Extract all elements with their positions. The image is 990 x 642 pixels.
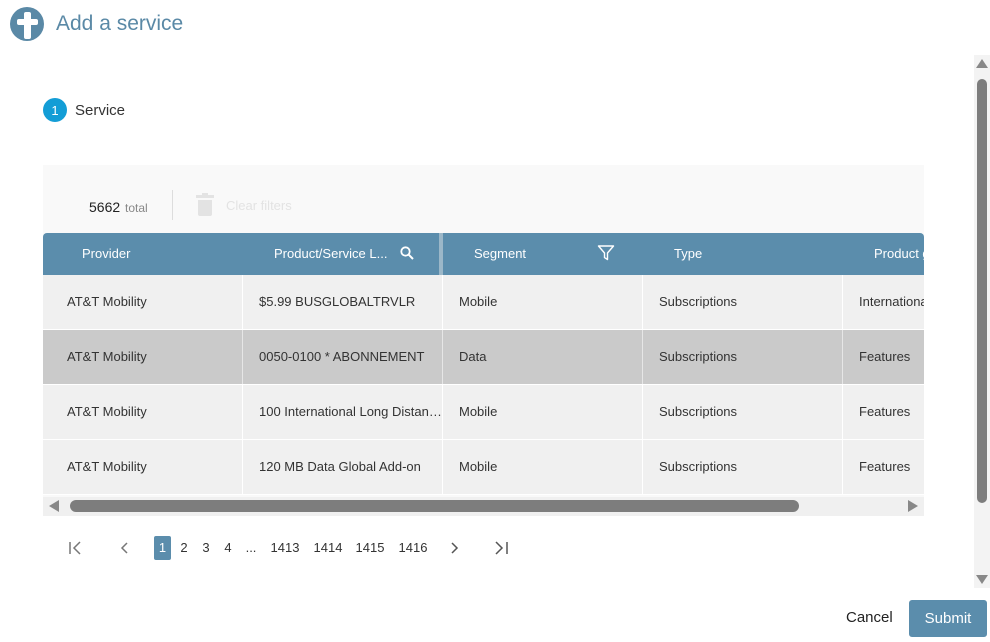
page-button-1414[interactable]: 1414 bbox=[312, 535, 344, 561]
page-button-1416[interactable]: 1416 bbox=[397, 535, 429, 561]
filter-icon[interactable] bbox=[597, 244, 615, 262]
scroll-left-arrow-icon[interactable] bbox=[49, 500, 59, 512]
cell-segment: Mobile bbox=[442, 440, 642, 494]
cell-product-service: $5.99 BUSGLOBALTRVLR bbox=[242, 275, 442, 329]
clear-filters-button[interactable]: Clear filters bbox=[226, 198, 292, 213]
toolbar-divider bbox=[172, 190, 173, 220]
step-number-badge: 1 bbox=[43, 98, 67, 122]
page-button-1413[interactable]: 1413 bbox=[269, 535, 301, 561]
cell-provider: AT&T Mobility bbox=[67, 349, 147, 364]
grid-toolbar: 5662 total Clear filters bbox=[43, 165, 924, 233]
last-page-icon[interactable] bbox=[492, 535, 512, 561]
column-resize-handle[interactable] bbox=[439, 233, 443, 275]
page-button-4[interactable]: 4 bbox=[222, 535, 234, 561]
total-count: 5662 bbox=[89, 199, 121, 215]
vertical-scrollbar[interactable] bbox=[974, 55, 990, 588]
scroll-right-arrow-icon[interactable] bbox=[908, 500, 918, 512]
table-header: Provider Product/Service L... Segment Ty… bbox=[43, 233, 924, 275]
column-header-type[interactable]: Type bbox=[674, 233, 702, 275]
scrollbar-thumb[interactable] bbox=[977, 79, 987, 503]
search-icon[interactable] bbox=[400, 246, 414, 260]
cell-segment: Data bbox=[442, 330, 642, 384]
scroll-up-arrow-icon[interactable] bbox=[976, 59, 988, 68]
column-header-provider[interactable]: Provider bbox=[82, 233, 130, 275]
cell-product-group: Features bbox=[842, 385, 924, 439]
horizontal-scrollbar[interactable] bbox=[43, 497, 924, 516]
pagination: 1 2 3 4 ... 1413 1414 1415 1416 bbox=[60, 535, 530, 561]
cell-product-service: 0050-0100 * ABONNEMENT bbox=[242, 330, 442, 384]
dialog-title: Add a service bbox=[56, 12, 184, 35]
services-grid: 5662 total Clear filters Provider Produc… bbox=[43, 165, 924, 516]
column-header-product-service[interactable]: Product/Service L... bbox=[274, 233, 387, 275]
cell-type: Subscriptions bbox=[642, 275, 842, 329]
table-row[interactable]: AT&T Mobility 100 International Long Dis… bbox=[43, 385, 924, 440]
page-button-2[interactable]: 2 bbox=[178, 535, 190, 561]
cell-product-service: 100 International Long Distance bbox=[242, 385, 442, 439]
horizontal-scrollbar-thumb[interactable] bbox=[70, 500, 799, 512]
table-row[interactable]: AT&T Mobility $5.99 BUSGLOBALTRVLR Mobil… bbox=[43, 275, 924, 330]
cell-type: Subscriptions bbox=[642, 440, 842, 494]
column-header-segment[interactable]: Segment bbox=[474, 233, 526, 275]
cell-provider: AT&T Mobility bbox=[67, 294, 147, 309]
cell-type: Subscriptions bbox=[642, 385, 842, 439]
cell-product-group: Features bbox=[842, 330, 924, 384]
table-row[interactable]: AT&T Mobility 120 MB Data Global Add-on … bbox=[43, 440, 924, 495]
next-page-icon[interactable] bbox=[444, 535, 464, 561]
total-label: total bbox=[125, 201, 148, 215]
cell-segment: Mobile bbox=[442, 275, 642, 329]
submit-button[interactable]: Submit bbox=[909, 600, 987, 637]
page-button-1[interactable]: 1 bbox=[154, 536, 171, 560]
first-page-icon[interactable] bbox=[66, 535, 86, 561]
cell-product-group: Features bbox=[842, 440, 924, 494]
cell-provider: AT&T Mobility bbox=[67, 459, 147, 474]
step-label: Service bbox=[75, 101, 126, 119]
cell-provider: AT&T Mobility bbox=[67, 404, 147, 419]
cell-product-service: 120 MB Data Global Add-on bbox=[242, 440, 442, 494]
plus-circle-icon bbox=[10, 7, 44, 41]
previous-page-icon[interactable] bbox=[114, 535, 134, 561]
cancel-button[interactable]: Cancel bbox=[846, 605, 893, 631]
cell-segment: Mobile bbox=[442, 385, 642, 439]
cell-product-group: International bbox=[842, 275, 924, 329]
page-button-3[interactable]: 3 bbox=[200, 535, 212, 561]
scroll-down-arrow-icon[interactable] bbox=[976, 575, 988, 584]
dialog-header: Add a service bbox=[10, 5, 183, 43]
page-button-1415[interactable]: 1415 bbox=[354, 535, 386, 561]
cell-type: Subscriptions bbox=[642, 330, 842, 384]
step-indicator: 1 Service bbox=[43, 98, 125, 122]
table-row-selected[interactable]: AT&T Mobility 0050-0100 * ABONNEMENT Dat… bbox=[43, 330, 924, 385]
column-header-product-group[interactable]: Product g bbox=[874, 233, 924, 275]
page-ellipsis: ... bbox=[245, 540, 257, 555]
trash-icon bbox=[195, 193, 215, 217]
table-body: AT&T Mobility $5.99 BUSGLOBALTRVLR Mobil… bbox=[43, 275, 924, 495]
